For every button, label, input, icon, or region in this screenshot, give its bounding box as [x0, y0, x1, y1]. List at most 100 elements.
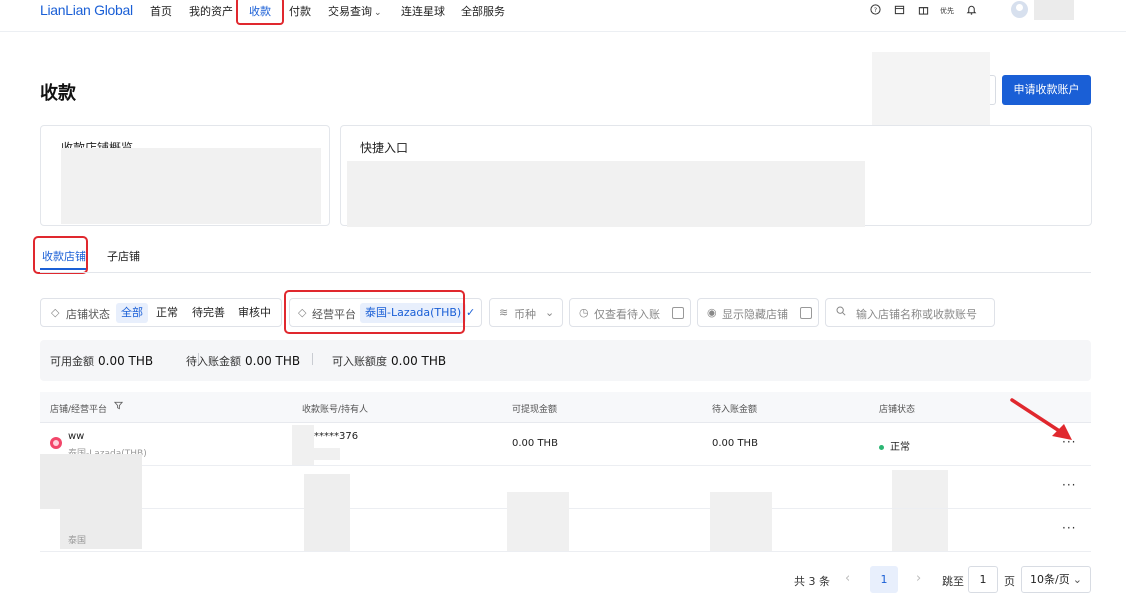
table-row[interactable]: 泰国 ··· — [40, 509, 1091, 552]
redacted-account — [304, 474, 350, 509]
avatar[interactable] — [1011, 1, 1028, 18]
redacted-username — [1034, 0, 1074, 20]
tabs-divider — [40, 272, 1091, 273]
redacted-withdrawable — [507, 492, 569, 509]
apply-account-button[interactable]: 申请收款账户 — [1002, 75, 1091, 105]
redacted-overview-content — [61, 148, 321, 224]
table-row[interactable]: ··· — [40, 454, 1091, 509]
pending-amount: 0.00 THB — [712, 438, 758, 449]
chevron-down-icon: ⌄ — [1072, 573, 1082, 586]
available-label: 可用金额 — [50, 355, 94, 368]
gift-icon[interactable] — [918, 4, 929, 18]
table-header: 店铺/经营平台 收款账号/持有人 可提现金额 待入账金额 店铺状态 — [40, 392, 1091, 423]
withdrawable-amount: 0.00 THB — [512, 438, 558, 449]
account-number: *****376 — [314, 431, 359, 442]
show-hidden-filter[interactable]: ◉ 显示隐藏店铺 — [697, 298, 819, 327]
shop-platform: 泰国 — [68, 536, 87, 546]
credit-value: 0.00 THB — [391, 354, 447, 368]
balance-summary: 可用金额 0.00 THB 待入账金额 0.00 THB 可入账额度 0.00 THB — [40, 340, 1091, 381]
pending-value: 0.00 THB — [245, 354, 301, 368]
search-placeholder: 输入店铺名称或收款账号 — [856, 308, 977, 321]
calendar-icon[interactable] — [894, 4, 905, 18]
show-hidden-checkbox[interactable] — [800, 307, 812, 319]
page-number-1[interactable]: 1 — [870, 566, 898, 593]
promo-icon[interactable]: 优先 — [940, 6, 954, 16]
redacted-pending — [710, 509, 772, 551]
th-withdrawable: 可提现金额 — [512, 405, 558, 415]
table-row[interactable]: ww 泰国-Lazada(THB) *****376 0.00 THB 0.00… — [40, 423, 1091, 466]
tag-icon: ◇ — [51, 306, 60, 319]
status-badge: 正常 — [879, 438, 910, 453]
nav-all-services[interactable]: 全部服务 — [461, 3, 505, 19]
page-size-select[interactable]: 10条/页 ⌄ — [1021, 566, 1091, 593]
redacted-pending — [710, 492, 772, 509]
redacted-region — [872, 52, 990, 128]
tab-highlight-box — [33, 236, 88, 274]
search-input[interactable]: 输入店铺名称或收款账号 — [825, 298, 995, 327]
nav-transactions-label: 交易查询 — [328, 5, 372, 18]
chevron-down-icon: ⌄ — [545, 306, 555, 319]
more-actions-button[interactable]: ··· — [1062, 478, 1076, 492]
status-filter-label: 店铺状态 — [66, 308, 110, 321]
quick-entry-card: 快捷入口 — [340, 125, 1092, 227]
top-nav: LianLian Global 首页 我的资产 收款 付款 交易查询 ⌄ 连连星球… — [0, 0, 1126, 32]
shop-platform-icon — [50, 437, 62, 449]
credit-amount: 可入账额度 0.00 THB — [332, 353, 446, 369]
status-option-incomplete[interactable]: 待完善 — [187, 303, 230, 323]
nav-pay[interactable]: 付款 — [289, 3, 311, 19]
page-title: 收款 — [40, 83, 76, 104]
nav-home[interactable]: 首页 — [150, 3, 172, 19]
quick-entry-title: 快捷入口 — [360, 141, 409, 155]
th-shop-platform: 店铺/经营平台 — [50, 405, 108, 415]
chevron-down-icon: ⌄ — [374, 8, 382, 18]
jump-label: 跳至 — [942, 575, 964, 588]
prev-page-button[interactable]: ‹ — [845, 571, 850, 586]
status-dot — [879, 444, 884, 450]
available-value: 0.00 THB — [98, 354, 154, 368]
jump-page-input[interactable]: 1 — [968, 566, 998, 593]
bell-icon[interactable] — [966, 4, 977, 18]
nav-lianlian-planet[interactable]: 连连星球 — [401, 3, 445, 19]
shop-name: ww — [68, 431, 85, 442]
currency-filter-label: 币种 — [514, 308, 536, 321]
overview-card: 收款店铺概览 — [40, 125, 330, 226]
page-size-value: 10条/页 — [1030, 573, 1070, 586]
nav-transactions[interactable]: 交易查询 ⌄ — [328, 3, 382, 19]
pending-amount: 待入账金额 0.00 THB — [186, 353, 300, 369]
redacted-status — [892, 470, 948, 508]
pending-only-label: 仅查看待入账 — [594, 308, 660, 321]
pagination-total: 共 3 条 — [794, 575, 830, 588]
next-page-button[interactable]: › — [916, 571, 921, 586]
help-icon[interactable]: ? — [870, 4, 881, 18]
coins-icon: ≋ — [499, 306, 509, 319]
pending-only-checkbox[interactable] — [672, 307, 684, 319]
redacted-withdrawable — [507, 509, 569, 551]
page-label: 页 — [1004, 575, 1015, 588]
redacted-account — [304, 509, 350, 551]
platform-highlight-box — [284, 290, 465, 334]
filter-icon[interactable] — [113, 401, 124, 413]
more-actions-button[interactable]: ··· — [1062, 521, 1076, 535]
redacted-shop — [40, 454, 142, 509]
currency-filter[interactable]: ≋ 币种 ⌄ — [489, 298, 563, 327]
status-option-normal[interactable]: 正常 — [151, 303, 183, 323]
pending-only-filter[interactable]: ◷ 仅查看待入账 — [569, 298, 691, 327]
status-label: 正常 — [890, 442, 910, 453]
tab-sub-shops[interactable]: 子店铺 — [107, 248, 140, 264]
status-option-all[interactable]: 全部 — [116, 303, 148, 323]
search-icon — [836, 306, 846, 319]
annotation-arrow-icon — [1010, 398, 1072, 440]
svg-text:?: ? — [874, 6, 877, 14]
divider — [312, 353, 313, 365]
redacted-quick-entries — [347, 161, 865, 227]
nav-my-assets[interactable]: 我的资产 — [189, 3, 233, 19]
status-filter: ◇ 店铺状态 全部 正常 待完善 审核中 — [40, 298, 282, 327]
logo[interactable]: LianLian Global — [40, 2, 133, 18]
redacted-holder — [302, 448, 340, 460]
credit-label: 可入账额度 — [332, 355, 387, 368]
th-status: 店铺状态 — [879, 405, 916, 415]
th-account-holder: 收款账号/持有人 — [302, 405, 369, 415]
eye-off-icon: ◉ — [707, 306, 717, 319]
status-option-reviewing[interactable]: 审核中 — [233, 303, 276, 323]
nav-highlight-box — [236, 0, 284, 25]
